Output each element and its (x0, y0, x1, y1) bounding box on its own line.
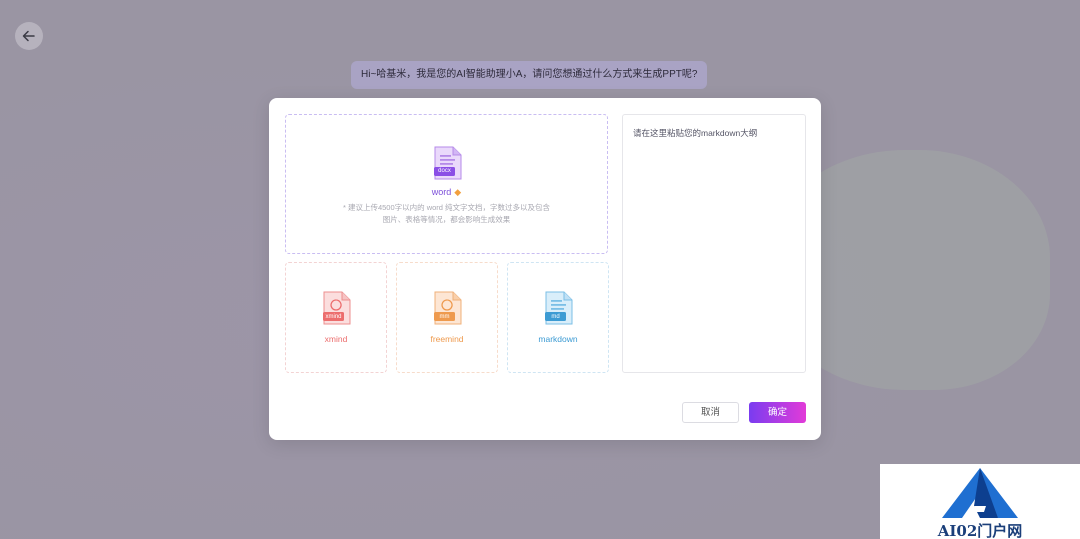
word-label-text: word (431, 187, 452, 197)
word-option-label: word ◆ (286, 187, 607, 198)
word-hint-line-2: 图片、表格等情况，都会影响生成效果 (382, 215, 511, 224)
freemind-file-icon (433, 290, 463, 331)
xmind-label: xmind (324, 334, 348, 344)
xmind-file-icon (322, 290, 352, 331)
freemind-upload-card[interactable]: mm freemind (396, 262, 498, 373)
markdown-file-icon (544, 290, 574, 331)
cancel-button[interactable]: 取消 (682, 402, 739, 423)
word-upload-card[interactable]: docx word ◆ * 建议上传4500字以内的 word 纯文字文档，字数过… (285, 114, 608, 254)
word-upload-hint: * 建议上传4500字以内的 word 纯文字文档，字数过多以及包含 图片、表格… (336, 202, 557, 226)
markdown-badge: md (551, 314, 560, 320)
freemind-label: freemind (430, 334, 464, 344)
markdown-outline-input[interactable] (622, 114, 806, 373)
markdown-upload-card[interactable]: md markdown (507, 262, 609, 373)
watermark: AI02门户网 (880, 464, 1080, 539)
word-hint-line-1: * 建议上传4500字以内的 word 纯文字文档，字数过多以及包含 (342, 203, 551, 212)
arrow-left-icon (22, 30, 35, 42)
back-button[interactable] (15, 22, 43, 50)
ai02-logo (940, 466, 1020, 525)
docx-file-icon (433, 145, 463, 186)
xmind-badge: xmind (325, 314, 342, 320)
diamond-icon: ◆ (454, 187, 462, 197)
assistant-message: Hi~哈基米，我是您的AI智能助理小A，请问您想通过什么方式来生成PPT呢? (351, 61, 708, 89)
markdown-label: markdown (538, 334, 578, 344)
confirm-button[interactable]: 确定 (749, 402, 806, 423)
freemind-badge: mm (439, 314, 450, 320)
xmind-upload-card[interactable]: xmind xmind (285, 262, 387, 373)
watermark-text: AI02门户网 (937, 522, 1023, 539)
generate-ppt-dialog: docx word ◆ * 建议上传4500字以内的 word 纯文字文档，字数过… (269, 98, 821, 440)
docx-badge: docx (438, 168, 451, 174)
